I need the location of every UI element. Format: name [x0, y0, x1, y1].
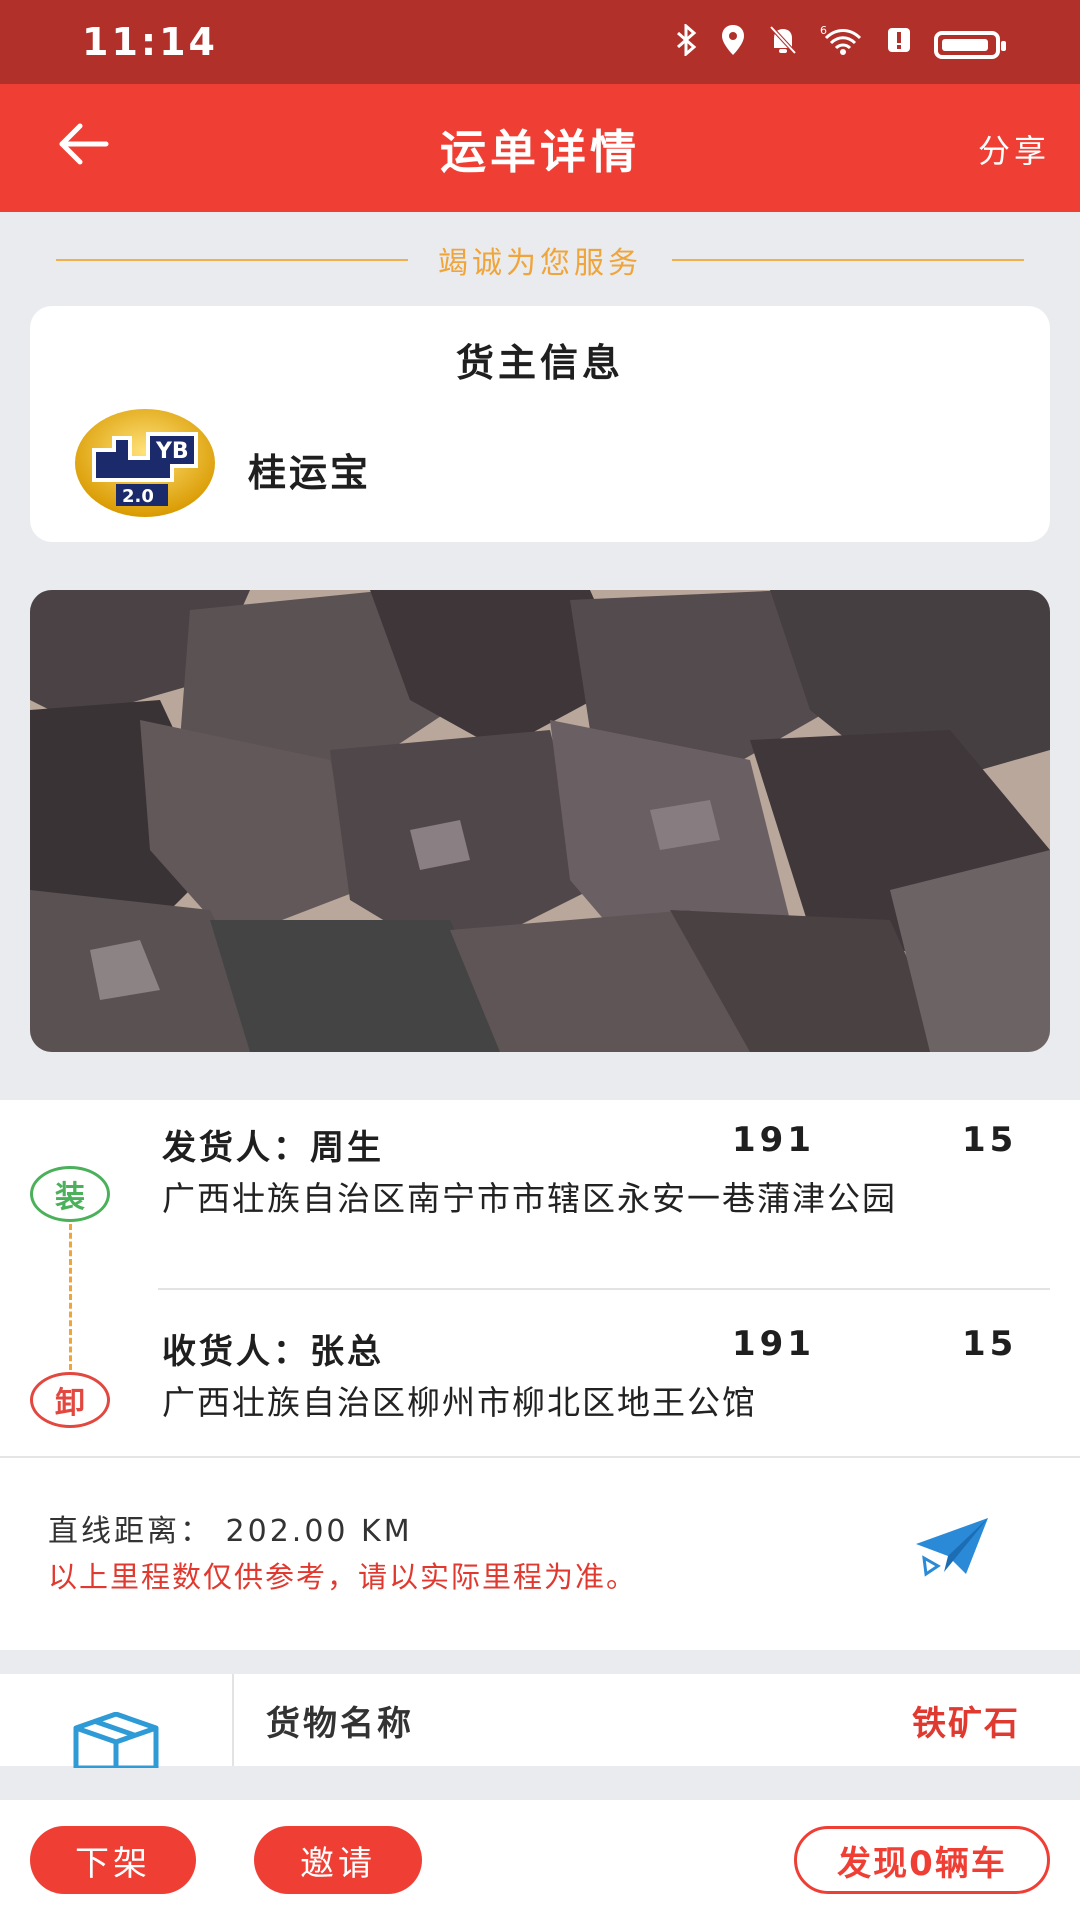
- paper-plane-icon: [916, 1518, 988, 1577]
- owner-info-card: 货主信息 YB 2.0 桂运宝: [30, 306, 1050, 542]
- owner-info-heading: 货主信息: [455, 341, 624, 385]
- share-button[interactable]: 分享: [978, 126, 1050, 172]
- cargo-name-value: 铁矿石: [912, 1704, 1020, 1744]
- sender-phone-start: 191: [732, 1120, 815, 1160]
- navigate-button[interactable]: [914, 1514, 990, 1578]
- distance-note: 以上里程数仅供参考，请以实际里程为准。: [48, 1560, 638, 1594]
- found-vehicles-button[interactable]: 发现0辆车: [794, 1826, 1050, 1894]
- sender-label: 发货人：周生: [162, 1128, 384, 1168]
- sender-phone-end: 15: [962, 1120, 1018, 1160]
- network-tag: 6: [820, 24, 827, 37]
- bluetooth-icon: [676, 22, 698, 65]
- cargo-icon-cell: [0, 1674, 234, 1768]
- route-section: 装 卸 发货人：周生 191 15 广西壮族自治区南宁市市辖区永安一巷蒲津公园 …: [0, 1100, 1080, 1458]
- slogan-line-left: [56, 259, 408, 261]
- receiver-label: 收货人：张总: [162, 1332, 384, 1372]
- slogan-text: 竭诚为您服务: [438, 246, 642, 281]
- distance-section: 直线距离： 202.00 KM 以上里程数仅供参考，请以实际里程为准。: [0, 1458, 1080, 1650]
- load-badge: 装: [30, 1166, 110, 1222]
- alert-icon: [886, 24, 912, 65]
- status-icons: 6: [676, 22, 1006, 65]
- bottom-action-bar: 下架 邀请 发现0辆车: [0, 1800, 1080, 1920]
- distance-label: 直线距离： 202.00 KM: [48, 1514, 413, 1549]
- status-bar: 11:14 6: [0, 0, 1080, 84]
- receiver-phone-end: 15: [962, 1324, 1018, 1364]
- app-bar: 运单详情 分享: [0, 84, 1080, 212]
- page-title: 运单详情: [440, 125, 640, 179]
- unload-badge: 卸: [30, 1372, 110, 1428]
- package-icon: [73, 1712, 159, 1768]
- route-divider: [158, 1288, 1050, 1290]
- cargo-name-label: 货物名称: [266, 1704, 414, 1744]
- location-icon: [720, 24, 746, 65]
- cargo-photo: [30, 590, 1050, 1052]
- receiver-phone-start: 191: [732, 1324, 815, 1364]
- route-connector: [69, 1224, 72, 1370]
- owner-logo: YB 2.0: [72, 406, 218, 520]
- wifi-icon: 6: [820, 24, 864, 65]
- receiver-address: 广西壮族自治区柳州市柳北区地王公馆: [162, 1383, 757, 1422]
- delist-button[interactable]: 下架: [30, 1826, 196, 1894]
- status-time: 11:14: [82, 20, 218, 64]
- owner-name: 桂运宝: [248, 451, 372, 495]
- invite-button[interactable]: 邀请: [254, 1826, 422, 1894]
- mute-icon: [768, 24, 798, 65]
- svg-text:YB: YB: [155, 439, 189, 464]
- logo-version: 2.0: [122, 486, 154, 507]
- cargo-row: 货物名称 铁矿石: [0, 1674, 1080, 1768]
- slogan-row: 竭诚为您服务: [56, 240, 1024, 281]
- slogan-line-right: [672, 259, 1024, 261]
- sender-address: 广西壮族自治区南宁市市辖区永安一巷蒲津公园: [162, 1179, 897, 1218]
- battery-icon: [934, 30, 1006, 59]
